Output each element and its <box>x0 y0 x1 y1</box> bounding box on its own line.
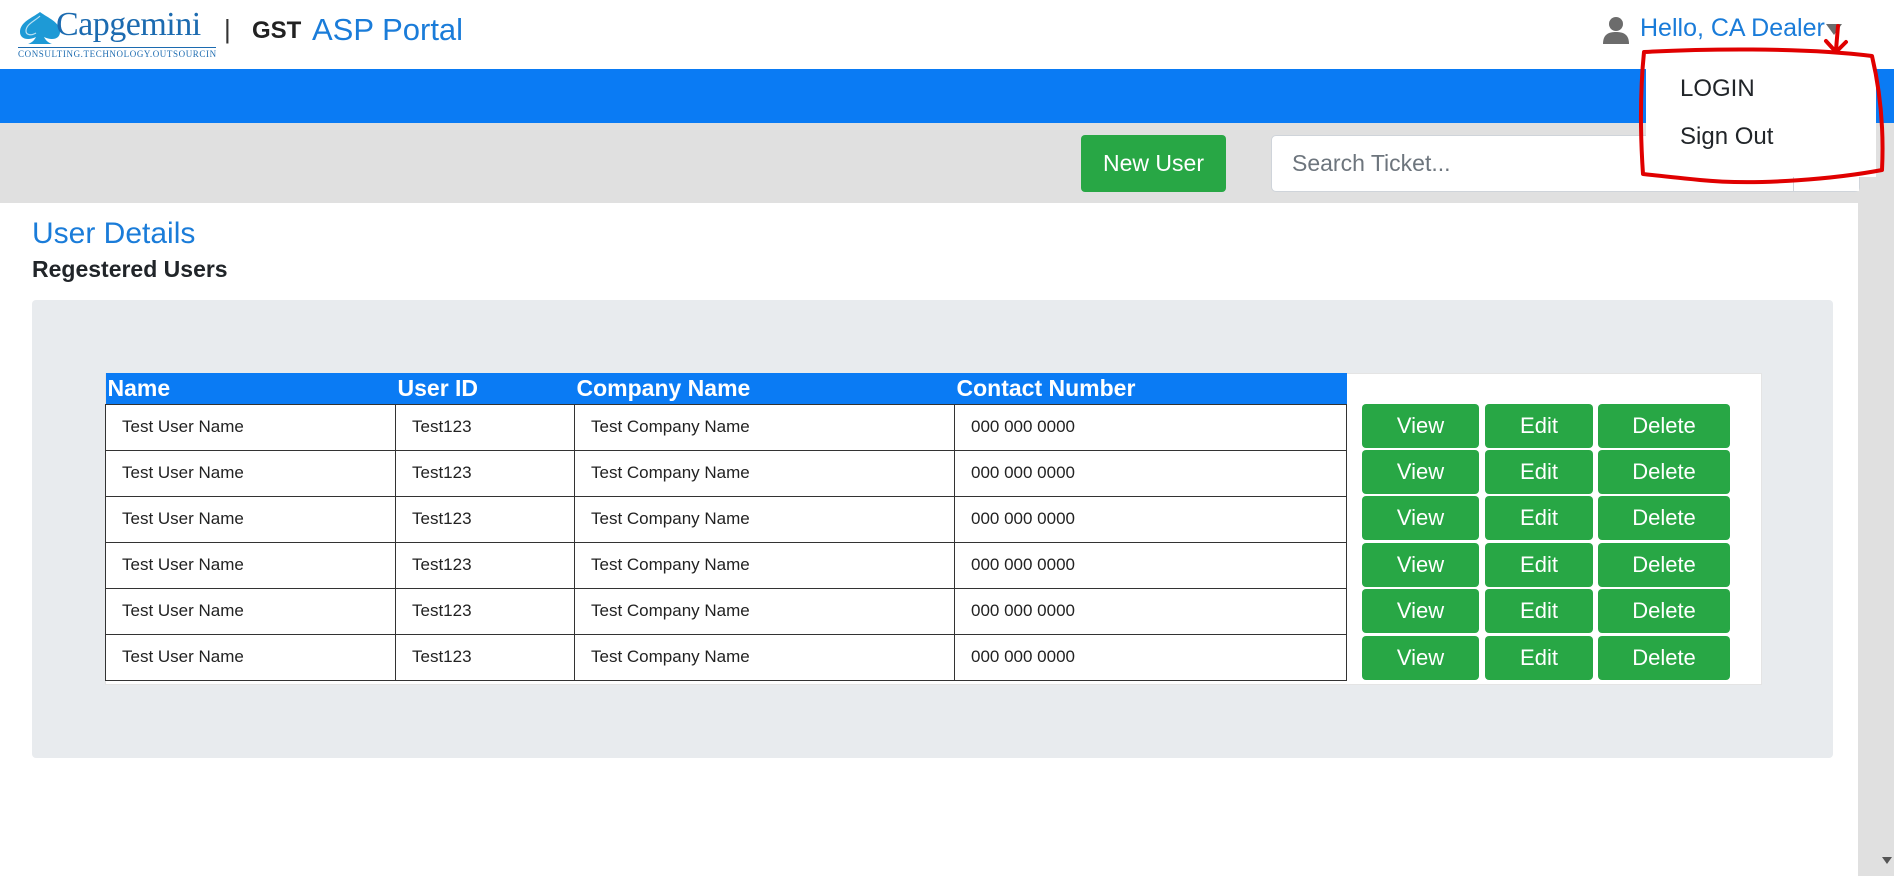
capgemini-logo[interactable]: Capgemini CONSULTING.TECHNOLOGY.OUTSOURC… <box>16 6 216 59</box>
cell-name: Test User Name <box>105 449 396 497</box>
view-button[interactable]: View <box>1362 450 1479 494</box>
primary-navbar <box>0 69 1894 123</box>
delete-button[interactable]: Delete <box>1598 496 1730 540</box>
edit-button[interactable]: Edit <box>1485 450 1593 494</box>
new-user-button[interactable]: New User <box>1081 135 1226 192</box>
action-row: View Edit Delete <box>1362 496 1762 540</box>
cell-user-id: Test123 <box>395 449 575 497</box>
cell-company-name: Test Company Name <box>574 633 955 681</box>
edit-button[interactable]: Edit <box>1485 496 1593 540</box>
cell-contact-number: 000 000 0000 <box>954 403 1347 451</box>
cell-company-name: Test Company Name <box>574 449 955 497</box>
cell-company-name: Test Company Name <box>574 587 955 635</box>
page-subtitle: Regestered Users <box>32 256 228 282</box>
app-prefix: GST <box>252 17 302 44</box>
cell-company-name: Test Company Name <box>574 403 955 451</box>
cell-name: Test User Name <box>105 495 396 543</box>
cell-user-id: Test123 <box>395 587 575 635</box>
page-gutter <box>1858 203 1894 876</box>
page-title: User Details <box>32 217 196 250</box>
column-header-contact-number[interactable]: Contact Number <box>954 373 1347 404</box>
cell-contact-number: 000 000 0000 <box>954 495 1347 543</box>
brand-separator: | <box>224 14 231 44</box>
cell-contact-number: 000 000 0000 <box>954 449 1347 497</box>
cell-company-name: Test Company Name <box>574 495 955 543</box>
table-row: Test User Name Test123 Test Company Name… <box>105 449 1347 497</box>
table-row: Test User Name Test123 Test Company Name… <box>105 495 1347 543</box>
cell-name: Test User Name <box>105 403 396 451</box>
cell-contact-number: 000 000 0000 <box>954 587 1347 635</box>
delete-button[interactable]: Delete <box>1598 450 1730 494</box>
cell-contact-number: 000 000 0000 <box>954 633 1347 681</box>
user-menu-toggle[interactable]: Hello, CA Dealer <box>1640 14 1825 43</box>
edit-button[interactable]: Edit <box>1485 589 1593 633</box>
users-table: Name User ID Company Name Contact Number… <box>105 373 1347 681</box>
table-header-row: Name User ID Company Name Contact Number <box>105 373 1347 404</box>
action-row: View Edit Delete <box>1362 636 1762 680</box>
edit-button[interactable]: Edit <box>1485 543 1593 587</box>
edit-button[interactable]: Edit <box>1485 636 1593 680</box>
logo-tagline: CONSULTING.TECHNOLOGY.OUTSOURCING <box>18 47 216 59</box>
action-row: View Edit Delete <box>1362 589 1762 633</box>
view-button[interactable]: View <box>1362 589 1479 633</box>
cell-name: Test User Name <box>105 587 396 635</box>
cell-user-id: Test123 <box>395 403 575 451</box>
user-dropdown-menu: LOGIN Sign Out <box>1646 57 1876 177</box>
delete-button[interactable]: Delete <box>1598 543 1730 587</box>
cell-user-id: Test123 <box>395 495 575 543</box>
column-header-company-name[interactable]: Company Name <box>574 373 955 404</box>
action-row: View Edit Delete <box>1362 543 1762 587</box>
action-row: View Edit Delete <box>1362 450 1762 494</box>
table-row: Test User Name Test123 Test Company Name… <box>105 403 1347 451</box>
table-row: Test User Name Test123 Test Company Name… <box>105 541 1347 589</box>
caret-down-icon[interactable] <box>1826 24 1842 35</box>
cell-user-id: Test123 <box>395 633 575 681</box>
user-icon <box>1603 17 1629 44</box>
view-button[interactable]: View <box>1362 404 1479 448</box>
logo-wordmark: Capgemini <box>56 6 201 43</box>
delete-button[interactable]: Delete <box>1598 404 1730 448</box>
view-button[interactable]: View <box>1362 496 1479 540</box>
dropdown-item-login[interactable]: LOGIN <box>1680 75 1755 103</box>
cell-company-name: Test Company Name <box>574 541 955 589</box>
delete-button[interactable]: Delete <box>1598 589 1730 633</box>
cell-user-id: Test123 <box>395 541 575 589</box>
cell-contact-number: 000 000 0000 <box>954 541 1347 589</box>
edit-button[interactable]: Edit <box>1485 404 1593 448</box>
cell-name: Test User Name <box>105 633 396 681</box>
cell-name: Test User Name <box>105 541 396 589</box>
column-header-name[interactable]: Name <box>105 373 396 404</box>
table-row: Test User Name Test123 Test Company Name… <box>105 587 1347 635</box>
top-header: Capgemini CONSULTING.TECHNOLOGY.OUTSOURC… <box>0 0 1894 69</box>
column-header-user-id[interactable]: User ID <box>395 373 575 404</box>
view-button[interactable]: View <box>1362 636 1479 680</box>
view-button[interactable]: View <box>1362 543 1479 587</box>
delete-button[interactable]: Delete <box>1598 636 1730 680</box>
action-row: View Edit Delete <box>1362 404 1762 448</box>
dropdown-item-sign-out[interactable]: Sign Out <box>1680 123 1773 151</box>
table-row: Test User Name Test123 Test Company Name… <box>105 633 1347 681</box>
scroll-down-icon[interactable] <box>1882 857 1892 864</box>
app-name: ASP Portal <box>312 12 464 47</box>
